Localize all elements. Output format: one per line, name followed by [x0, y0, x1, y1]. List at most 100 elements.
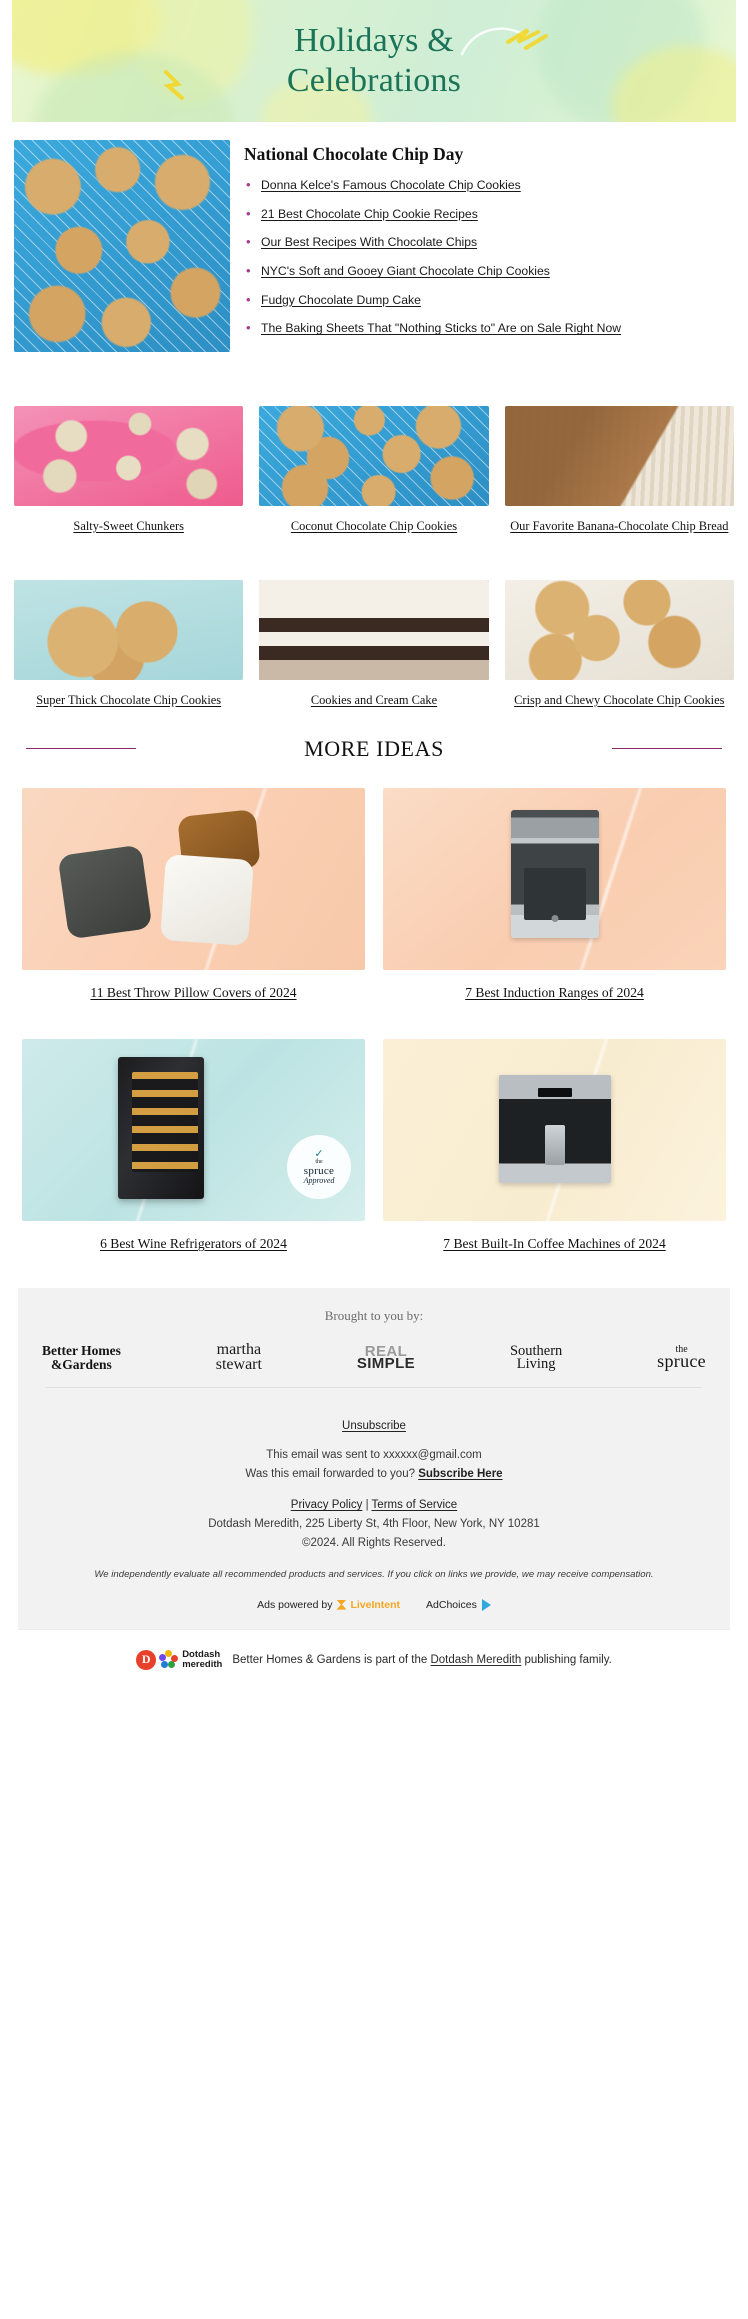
dotdash-meredith-bar: D Dotdash meredith Better Homes & Garden…: [18, 1628, 730, 1688]
feature-link-5[interactable]: The Baking Sheets That "Nothing Sticks t…: [261, 321, 621, 335]
more-ideas-rule-right: [612, 748, 722, 750]
brand-logo-real-simple[interactable]: REAL SIMPLE: [357, 1344, 415, 1372]
subscribe-here-link[interactable]: Subscribe Here: [418, 1468, 502, 1480]
liveintent-icon: [336, 1599, 347, 1610]
publishing-prefix: Better Homes & Gardens is part of the: [232, 1653, 431, 1666]
recipe-photo-crisp-chewy-cookies: [504, 579, 734, 680]
list-item: Our Best Recipes With Chocolate Chips: [244, 233, 734, 252]
recipe-link-1-1[interactable]: Cookies and Cream Cake: [311, 693, 437, 707]
feature-content: National Chocolate Chip Day Donna Kelce'…: [244, 140, 734, 352]
product-card[interactable]: ✓ the spruce Approved 6 Best Wine Refrig…: [22, 1039, 365, 1254]
hero-banner: Holidays & Celebrations: [12, 0, 736, 122]
recipe-link-1-0[interactable]: Super Thick Chocolate Chip Cookies: [36, 693, 221, 707]
recipe-card[interactable]: Salty-Sweet Chunkers: [14, 406, 244, 536]
legal-panel: Unsubscribe This email was sent to xxxxx…: [18, 1404, 730, 1629]
adchoices-label: AdChoices: [426, 1598, 477, 1611]
unsubscribe-link-wrap: Unsubscribe: [44, 1420, 704, 1432]
feature-link-0[interactable]: Donna Kelce's Famous Chocolate Chip Cook…: [261, 178, 521, 192]
hero-sparkle-yellow-icon: [163, 70, 184, 100]
ads-powered-by-label: Ads powered by: [257, 1598, 333, 1611]
product-link-0-1[interactable]: 7 Best Induction Ranges of 2024: [465, 985, 644, 1000]
brand-logo-southern-living[interactable]: Southern Living: [510, 1344, 562, 1372]
adchoices-triangle-icon: [481, 1598, 491, 1611]
sp-line-2: spruce: [657, 1351, 706, 1372]
recipe-caption: Coconut Chocolate Chip Cookies: [259, 517, 488, 536]
unsubscribe-link[interactable]: Unsubscribe: [342, 1420, 406, 1432]
recipe-link-0-1[interactable]: Coconut Chocolate Chip Cookies: [291, 519, 457, 533]
product-image-induction-range[interactable]: [383, 787, 726, 970]
more-ideas-title: MORE IDEAS: [304, 735, 444, 761]
feature-link-4[interactable]: Fudgy Chocolate Dump Cake: [261, 293, 421, 307]
ms-line-2: stewart: [215, 1355, 262, 1373]
recipe-link-1-2[interactable]: Crisp and Chewy Chocolate Chip Cookies: [514, 693, 724, 707]
publishing-suffix: publishing family.: [521, 1653, 612, 1666]
dotdash-meredith-logo[interactable]: D Dotdash meredith: [136, 1649, 222, 1670]
forwarded-line: Was this email forwarded to you? Subscri…: [44, 1465, 704, 1484]
recipe-caption: Crisp and Chewy Chocolate Chip Cookies: [505, 691, 734, 710]
recipe-caption: Salty-Sweet Chunkers: [14, 517, 243, 536]
sl-line-2: Living: [516, 1355, 556, 1372]
feature-cookie-photo: [14, 140, 230, 352]
product-row-1: 11 Best Throw Pillow Covers of 2024 7 Be…: [0, 778, 748, 1003]
product-caption: 11 Best Throw Pillow Covers of 2024: [22, 983, 365, 1003]
feature-image[interactable]: [14, 140, 230, 352]
feature-link-3[interactable]: NYC's Soft and Gooey Giant Chocolate Chi…: [261, 264, 550, 278]
pillow-cream: [159, 853, 254, 946]
list-item: Donna Kelce's Famous Chocolate Chip Cook…: [244, 176, 734, 195]
recipe-thumb[interactable]: [504, 406, 734, 506]
product-link-1-1[interactable]: 7 Best Built-In Coffee Machines of 2024: [443, 1236, 666, 1251]
product-link-1-0[interactable]: 6 Best Wine Refrigerators of 2024: [100, 1236, 287, 1251]
privacy-policy-link[interactable]: Privacy Policy: [291, 1499, 363, 1511]
recipe-photo-super-thick-cookies: [14, 579, 244, 680]
brands-panel: Brought to you by: Better Homes &Gardens…: [18, 1288, 730, 1405]
recipe-photo-cookies-and-cream-cake: [259, 579, 489, 680]
product-card[interactable]: 7 Best Built-In Coffee Machines of 2024: [383, 1039, 726, 1254]
recipe-thumb[interactable]: [504, 579, 734, 680]
recipe-thumb[interactable]: [14, 406, 244, 506]
hero-swoosh-yellow-icon: [506, 28, 548, 50]
recipe-thumb[interactable]: [259, 406, 489, 506]
recipe-row-1: Salty-Sweet Chunkers Coconut Chocolate C…: [0, 392, 748, 536]
brand-logo-martha-stewart[interactable]: martha stewart: [216, 1342, 262, 1373]
brand-logo-better-homes-and-gardens[interactable]: Better Homes &Gardens: [42, 1344, 121, 1372]
liveintent-label[interactable]: LiveIntent: [350, 1599, 400, 1611]
badge-line-3: Approved: [303, 1176, 335, 1186]
list-item: NYC's Soft and Gooey Giant Chocolate Chi…: [244, 262, 734, 281]
product-card[interactable]: 7 Best Induction Ranges of 2024: [383, 787, 726, 1003]
dotdash-meredith-link[interactable]: Dotdash Meredith: [430, 1654, 521, 1666]
recipe-card[interactable]: Coconut Chocolate Chip Cookies: [259, 406, 489, 536]
recipe-thumb[interactable]: [259, 579, 489, 680]
recipe-card[interactable]: Crisp and Chewy Chocolate Chip Cookies: [504, 579, 734, 710]
recipe-caption: Super Thick Chocolate Chip Cookies: [14, 691, 243, 710]
more-ideas-rule-left: [26, 748, 136, 750]
product-card[interactable]: 11 Best Throw Pillow Covers of 2024: [22, 787, 365, 1003]
page-title: Holidays & Celebrations: [287, 21, 461, 101]
feature-link-2[interactable]: Our Best Recipes With Chocolate Chips: [261, 235, 477, 249]
ads-row: Ads powered by LiveIntent AdChoices: [44, 1598, 704, 1611]
footer: Brought to you by: Better Homes &Gardens…: [18, 1288, 730, 1688]
product-image-coffee-machine[interactable]: [383, 1039, 726, 1222]
recipe-link-0-2[interactable]: Our Favorite Banana-Chocolate Chip Bread: [510, 519, 728, 533]
recipe-photo-banana-bread: [504, 406, 734, 506]
product-image-wine-refrigerator[interactable]: ✓ the spruce Approved: [22, 1039, 365, 1222]
publishing-family-text: Better Homes & Gardens is part of the Do…: [232, 1654, 612, 1666]
list-item: 21 Best Chocolate Chip Cookie Recipes: [244, 205, 734, 224]
terms-of-service-link[interactable]: Terms of Service: [372, 1499, 458, 1511]
copyright-line: ©2024. All Rights Reserved.: [302, 1536, 446, 1549]
spruce-approved-badge: ✓ the spruce Approved: [287, 1135, 351, 1200]
brand-logo-the-spruce[interactable]: the spruce: [657, 1344, 706, 1372]
adchoices[interactable]: AdChoices: [426, 1598, 491, 1611]
recipe-row-2: Super Thick Chocolate Chip Cookies Cooki…: [0, 566, 748, 710]
recipe-thumb[interactable]: [14, 579, 244, 680]
product-caption: 7 Best Built-In Coffee Machines of 2024: [383, 1234, 726, 1254]
product-image-throw-pillows[interactable]: [22, 787, 365, 970]
recipe-card[interactable]: Our Favorite Banana-Chocolate Chip Bread: [504, 406, 734, 536]
recipe-card[interactable]: Cookies and Cream Cake: [259, 579, 489, 710]
product-caption: 7 Best Induction Ranges of 2024: [383, 983, 726, 1003]
hero-title-line-1: Holidays &: [294, 21, 454, 59]
recipe-link-0-0[interactable]: Salty-Sweet Chunkers: [73, 519, 183, 533]
recipe-card[interactable]: Super Thick Chocolate Chip Cookies: [14, 579, 244, 710]
feature-link-1[interactable]: 21 Best Chocolate Chip Cookie Recipes: [261, 207, 478, 221]
product-link-0-0[interactable]: 11 Best Throw Pillow Covers of 2024: [90, 985, 296, 1000]
policy-links: Privacy Policy | Terms of Service Dotdas…: [44, 1496, 704, 1552]
